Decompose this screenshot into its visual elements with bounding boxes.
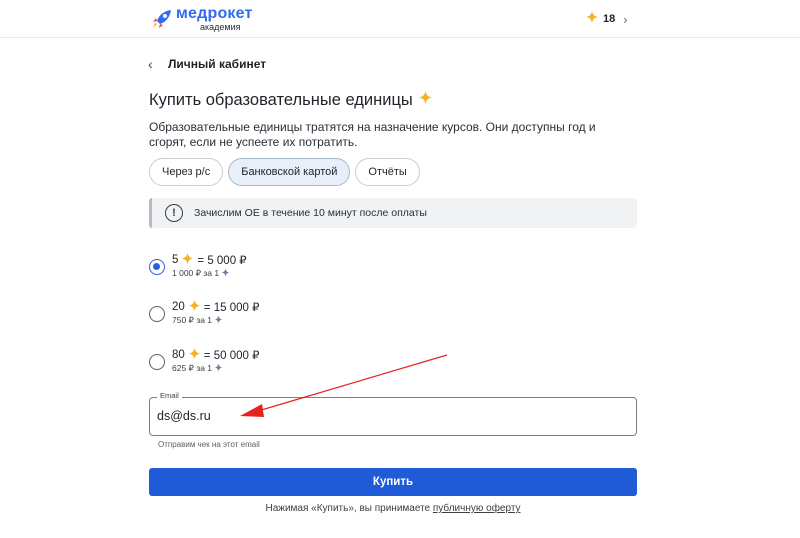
info-accent-bar bbox=[149, 198, 152, 228]
option-count: 20 bbox=[172, 301, 185, 313]
option-unit-line: 1 000 ₽ за 1 bbox=[172, 268, 230, 279]
star-outline-icon bbox=[221, 268, 230, 279]
email-hint: Отправим чек на этот email bbox=[158, 440, 260, 449]
tab-reports[interactable]: Отчёты bbox=[355, 158, 420, 186]
star-outline-icon bbox=[214, 363, 223, 374]
top-header: медрокет академия 18 › bbox=[0, 0, 800, 38]
logo[interactable]: медрокет академия bbox=[150, 5, 253, 33]
logo-wordmark: медрокет bbox=[176, 5, 253, 22]
option-main-line: 80 = 50 000 ₽ bbox=[172, 347, 260, 363]
option-unit-line: 625 ₽ за 1 bbox=[172, 363, 223, 374]
star-icon bbox=[188, 347, 201, 363]
option-price: = 50 000 ₽ bbox=[203, 350, 260, 362]
payment-tabs: Через р/с Банковской картой Отчёты bbox=[149, 158, 420, 186]
option-price: = 5 000 ₽ bbox=[197, 255, 247, 267]
option-price: = 15 000 ₽ bbox=[203, 302, 260, 314]
radio-button[interactable] bbox=[149, 354, 165, 370]
option-count: 5 bbox=[172, 254, 179, 266]
logo-subtitle: академия bbox=[200, 22, 241, 32]
page-description: Образовательные единицы тратятся на назн… bbox=[149, 120, 596, 149]
page-title-text: Купить образовательные единицы bbox=[149, 90, 413, 109]
star-icon bbox=[418, 90, 433, 110]
radio-button[interactable] bbox=[149, 306, 165, 322]
exclamation-circle-icon: ! bbox=[165, 204, 183, 222]
balance-count: 18 bbox=[603, 13, 616, 25]
chevron-right-icon: › bbox=[623, 11, 628, 27]
back-label: Личный кабинет bbox=[168, 57, 267, 71]
info-text: Зачислим ОЕ в течение 10 минут после опл… bbox=[194, 207, 427, 219]
option-unit-price: 1 000 ₽ за 1 bbox=[172, 268, 220, 278]
option-unit-price: 625 ₽ за 1 bbox=[172, 363, 213, 373]
option-main-line: 20 = 15 000 ₽ bbox=[172, 299, 260, 315]
option-unit-line: 750 ₽ за 1 bbox=[172, 315, 223, 326]
package-option-80[interactable]: 80 = 50 000 ₽ 625 ₽ за 1 bbox=[149, 347, 349, 376]
tab-bank-card[interactable]: Банковской картой bbox=[228, 158, 351, 186]
star-icon bbox=[181, 252, 194, 268]
email-label: Email bbox=[157, 391, 182, 401]
option-main-line: 5 = 5 000 ₽ bbox=[172, 252, 247, 268]
buy-button[interactable]: Купить bbox=[149, 468, 637, 496]
star-icon bbox=[585, 10, 599, 29]
package-option-5[interactable]: 5 = 5 000 ₽ 1 000 ₽ за 1 bbox=[149, 252, 349, 281]
radio-button[interactable] bbox=[149, 259, 165, 275]
chevron-left-icon: ‹ bbox=[148, 56, 153, 72]
back-to-account-link[interactable]: ‹ Личный кабинет bbox=[148, 55, 266, 73]
info-notice: ! Зачислим ОЕ в течение 10 минут после о… bbox=[149, 198, 637, 228]
package-option-20[interactable]: 20 = 15 000 ₽ 750 ₽ за 1 bbox=[149, 299, 349, 328]
terms-prefix: Нажимая «Купить», вы принимаете bbox=[265, 503, 433, 514]
email-field[interactable] bbox=[157, 407, 617, 425]
public-offer-link[interactable]: публичную оферту bbox=[433, 503, 521, 514]
star-outline-icon bbox=[214, 315, 223, 326]
annotation-arrow bbox=[240, 354, 448, 417]
terms-text: Нажимая «Купить», вы принимаете публичну… bbox=[149, 503, 637, 514]
balance-widget[interactable]: 18 › bbox=[585, 10, 628, 28]
option-count: 80 bbox=[172, 349, 185, 361]
rocket-icon bbox=[150, 7, 174, 31]
star-icon bbox=[188, 299, 201, 315]
tab-bank-transfer[interactable]: Через р/с bbox=[149, 158, 224, 186]
page-title: Купить образовательные единицы bbox=[149, 89, 433, 111]
option-unit-price: 750 ₽ за 1 bbox=[172, 315, 213, 325]
